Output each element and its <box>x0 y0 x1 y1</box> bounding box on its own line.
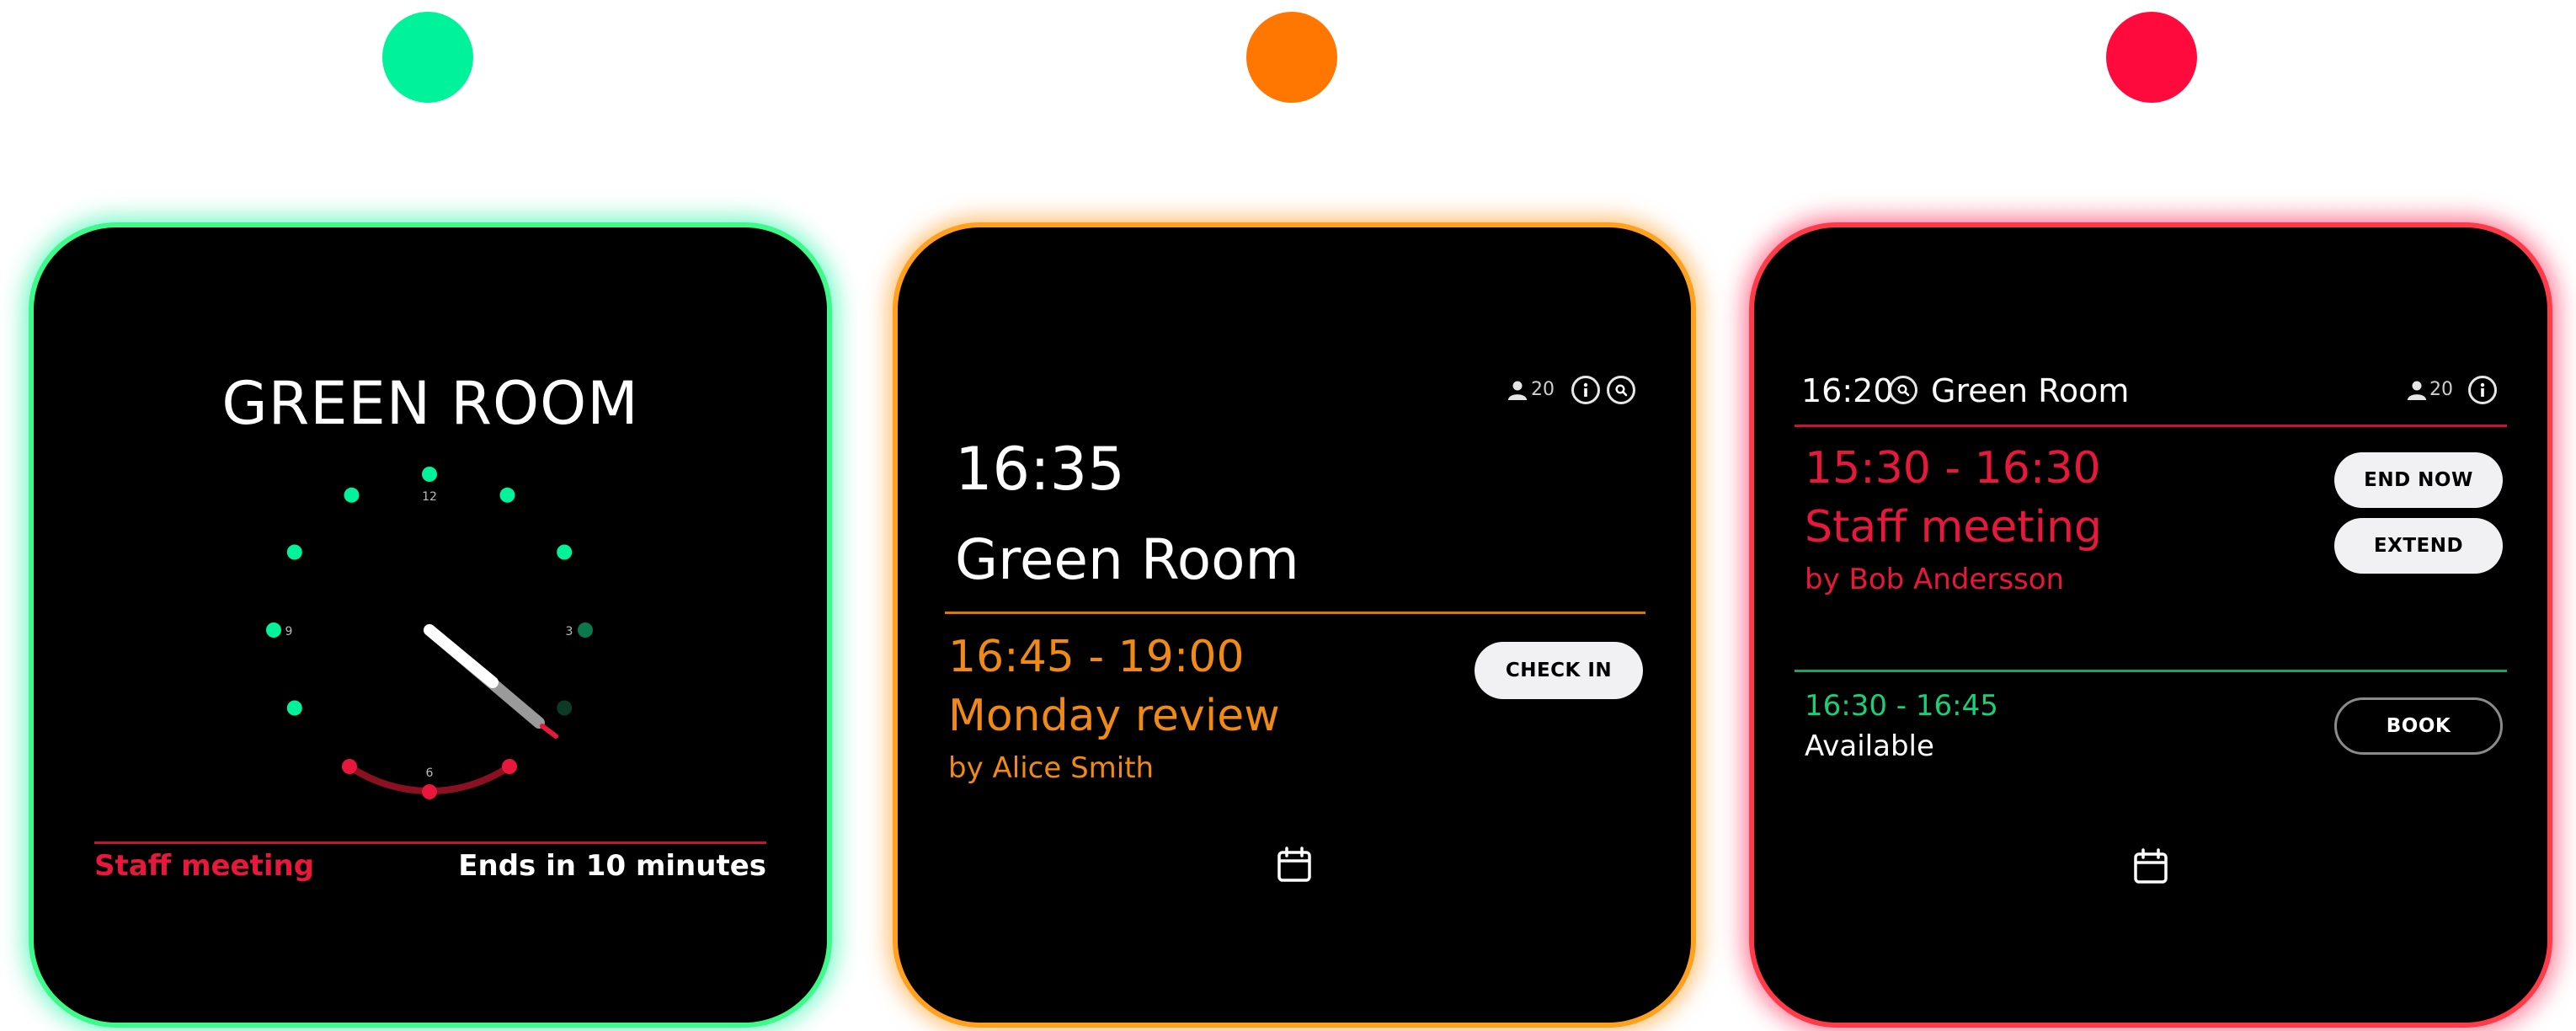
status-dot-pending <box>1246 12 1337 103</box>
status-dot-available <box>382 12 473 103</box>
event-time-range: 15:30 - 16:30 <box>1805 443 2101 494</box>
event-organizer: by Bob Andersson <box>1805 563 2065 596</box>
search-icon[interactable] <box>1607 376 1635 404</box>
current-time: 16:20 <box>1801 372 1894 409</box>
clock-hour-dot <box>286 700 302 716</box>
info-icon[interactable] <box>1571 376 1600 404</box>
capacity-count: 20 <box>1531 379 1555 400</box>
book-button[interactable]: BOOK <box>2334 697 2503 755</box>
event-organizer: by Alice Smith <box>948 751 1155 785</box>
room-name: Green Room <box>1931 372 2130 409</box>
clock-label-3: 3 <box>566 625 573 638</box>
slot-divider <box>1795 670 2507 672</box>
arc-dot <box>502 759 517 774</box>
check-in-button[interactable]: CHECK IN <box>1475 642 1643 699</box>
room-name: Green Room <box>955 527 1299 592</box>
second-hand-tip <box>540 724 558 739</box>
next-slot-status: Available <box>1805 729 1934 763</box>
status-dot-occupied <box>2106 12 2197 103</box>
capacity-count: 20 <box>2429 379 2453 400</box>
search-icon[interactable] <box>1889 376 1917 404</box>
event-title: Staff meeting <box>1805 502 2103 553</box>
calendar-icon[interactable] <box>1276 847 1313 887</box>
arc-dot <box>422 784 437 799</box>
clock-label-12: 12 <box>422 490 437 504</box>
clock-label-9: 9 <box>285 625 293 638</box>
clock-hour-dot <box>499 487 515 503</box>
divider <box>945 612 1645 614</box>
ends-in-label: Ends in 10 minutes <box>458 849 766 883</box>
clock-label-6: 6 <box>426 767 434 780</box>
next-slot-time: 16:30 - 16:45 <box>1805 689 1998 723</box>
occupied-panel: 16:20 Green Room 20 15:30 - 16:30 Staff … <box>1754 227 2547 1023</box>
clock-hour-dot <box>557 700 573 716</box>
arc-dot <box>342 759 357 774</box>
clock-hour-dot <box>266 622 281 638</box>
checkin-panel: 20 16:35 Green Room 16:45 - 19:00 Monday… <box>898 227 1691 1023</box>
analog-clock: 12 9 3 6 <box>266 467 593 799</box>
extend-button[interactable]: EXTEND <box>2334 518 2503 574</box>
current-event-name: Staff meeting <box>94 849 315 883</box>
info-icon[interactable] <box>2468 376 2497 404</box>
hour-hand <box>424 624 499 688</box>
clock-hour-dot <box>286 544 302 560</box>
clock-panel: GREEN ROOM 12 9 3 6 Staff meeting Ends i… <box>34 227 827 1023</box>
clock-hour-dot <box>557 544 573 560</box>
clock-hour-dot <box>578 622 593 638</box>
footer-divider <box>94 841 766 844</box>
person-icon <box>1507 380 1528 403</box>
person-icon <box>2407 380 2427 403</box>
clock-hour-dot <box>422 467 437 482</box>
current-time: 16:35 <box>955 435 1125 504</box>
clock-hour-dot <box>344 487 360 503</box>
event-title: Monday review <box>948 691 1280 741</box>
end-now-button[interactable]: END NOW <box>2334 452 2503 508</box>
calendar-icon[interactable] <box>2132 848 2169 889</box>
event-time-range: 16:45 - 19:00 <box>948 632 1245 682</box>
header-divider <box>1795 425 2507 427</box>
